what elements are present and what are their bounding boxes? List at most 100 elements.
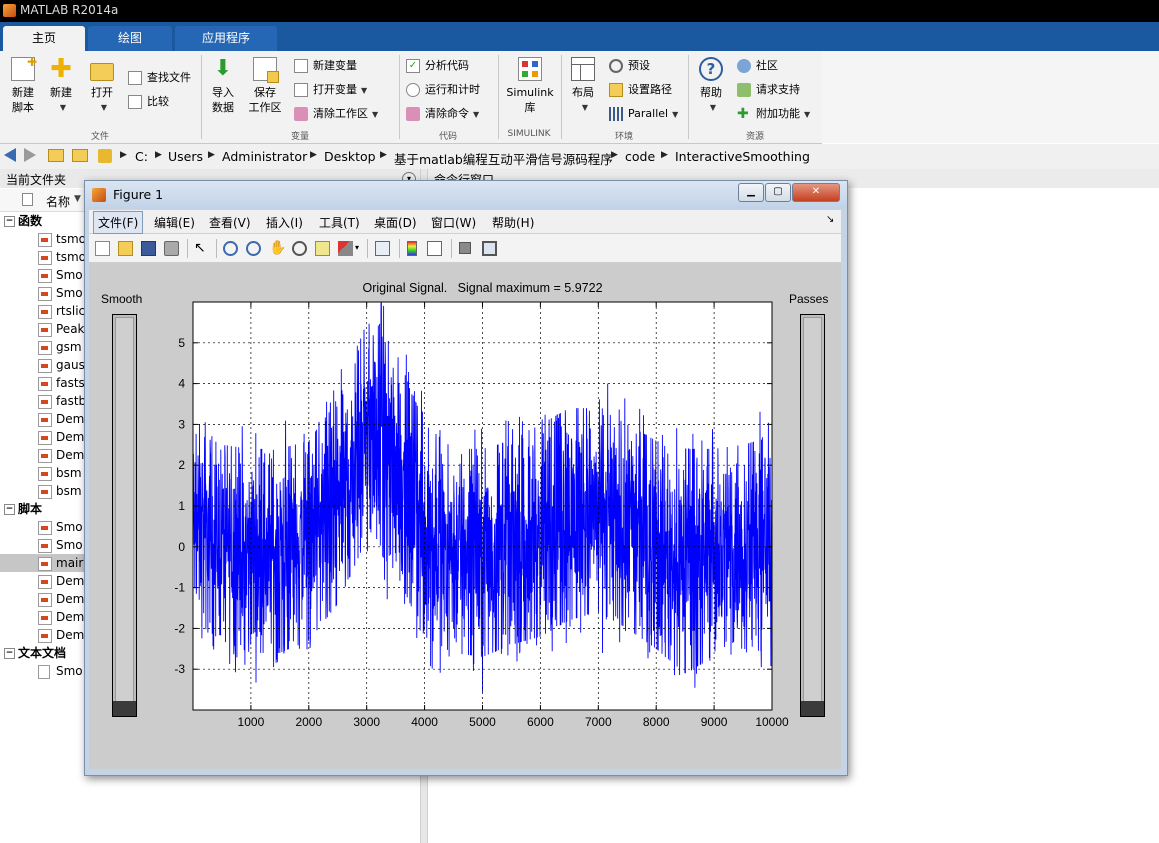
tree-file-item[interactable]: rtslic	[0, 302, 84, 320]
menu-desktop[interactable]: 桌面(D)	[374, 214, 417, 231]
tree-file-item[interactable]: Dem	[0, 608, 84, 626]
up-folder-icon[interactable]	[48, 149, 64, 162]
brush-icon[interactable]	[338, 241, 353, 256]
tab-home[interactable]: 主页	[3, 26, 85, 51]
figure-window[interactable]: Figure 1 ▁ ▢ ✕ 文件(F) 编辑(E) 查看(V) 插入(I) 工…	[84, 180, 848, 776]
tree-file-item[interactable]: Dem	[0, 626, 84, 644]
breadcrumb-c[interactable]: C:	[135, 149, 148, 164]
clear-commands-button[interactable]: 清除命令 ▼	[406, 105, 479, 123]
pan-hand-icon[interactable]: ✋	[269, 241, 286, 256]
tree-file-item[interactable]: mair	[0, 554, 84, 572]
addons-button[interactable]: ✚ 附加功能 ▼	[737, 105, 810, 123]
analyze-code-button[interactable]: ✓ 分析代码	[406, 57, 469, 75]
browse-folder-icon[interactable]	[72, 149, 88, 162]
save-workspace-button[interactable]: 保存 工作区	[246, 57, 284, 115]
save-icon[interactable]	[141, 241, 156, 256]
breadcrumb-administrator[interactable]: Administrator	[222, 149, 307, 164]
tree-file-item[interactable]: Dem	[0, 446, 84, 464]
run-and-time-button[interactable]: 运行和计时	[406, 81, 480, 99]
request-support-button[interactable]: 请求支持	[737, 81, 800, 99]
zoom-out-icon[interactable]	[246, 241, 261, 256]
name-column-header[interactable]: 名称	[46, 193, 70, 210]
tab-plots[interactable]: 绘图	[88, 26, 172, 51]
tree-file-item[interactable]: fasts	[0, 374, 84, 392]
legend-icon[interactable]	[427, 241, 442, 256]
link-plot-icon[interactable]	[375, 241, 390, 256]
tree-file-item[interactable]: Dem	[0, 428, 84, 446]
clear-workspace-button[interactable]: 清除工作区 ▼	[294, 105, 378, 123]
menu-view[interactable]: 查看(V)	[209, 214, 251, 231]
compare-button[interactable]: 比较	[128, 93, 169, 111]
zoom-in-icon[interactable]	[223, 241, 238, 256]
menu-help[interactable]: 帮助(H)	[492, 214, 534, 231]
tree-file-item[interactable]: bsm	[0, 464, 84, 482]
tree-file-item[interactable]: Dem	[0, 410, 84, 428]
tree-file-item[interactable]: Dem	[0, 572, 84, 590]
breadcrumb-code[interactable]: code	[625, 149, 655, 164]
tree-file-item[interactable]: Smo	[0, 266, 84, 284]
tree-file-item[interactable]: fastb	[0, 392, 84, 410]
tree-file-item[interactable]: Smo	[0, 662, 84, 680]
simulink-library-button[interactable]: Simulink 库	[504, 57, 556, 115]
new-button[interactable]: ✚ 新建 ▼	[46, 56, 76, 115]
new-figure-icon[interactable]	[95, 241, 110, 256]
minimize-button[interactable]: ▁	[738, 183, 764, 202]
tree-file-item[interactable]: Peak	[0, 320, 84, 338]
mfile-icon	[38, 538, 52, 553]
tree-file-item[interactable]: bsm	[0, 482, 84, 500]
tab-apps[interactable]: 应用程序	[175, 26, 277, 51]
tree-file-item[interactable]: gaus	[0, 356, 84, 374]
breadcrumb-interactivesmoothing[interactable]: InteractiveSmoothing	[675, 149, 810, 164]
brush-dropdown-icon[interactable]: ▾	[355, 243, 359, 252]
tree-section-header[interactable]: − 函数	[4, 212, 42, 230]
menu-tools[interactable]: 工具(T)	[319, 214, 360, 231]
signal-plot[interactable]: 1000 2000 3000 4000 5000 6000 7000 8000 9000 1000…	[89, 263, 841, 769]
figure-title-bar[interactable]: Figure 1 ▁ ▢ ✕	[85, 181, 847, 208]
set-path-button[interactable]: 设置路径	[609, 81, 672, 99]
breadcrumb-project[interactable]: 基于matlab编程互动平滑信号源码程序	[394, 149, 613, 168]
open-variable-button[interactable]: 打开变量 ▼	[294, 81, 367, 99]
tree-file-item[interactable]: Dem	[0, 590, 84, 608]
print-icon[interactable]	[164, 241, 179, 256]
tree-file-item[interactable]: tsmo	[0, 230, 84, 248]
tree-file-item[interactable]: Smo	[0, 536, 84, 554]
tree-file-item[interactable]: gsm	[0, 338, 84, 356]
menu-insert[interactable]: 插入(I)	[266, 214, 303, 231]
tree-file-item[interactable]: tsmo	[0, 248, 84, 266]
menu-edit[interactable]: 编辑(E)	[154, 214, 195, 231]
maximize-button[interactable]: ▢	[765, 183, 791, 202]
root-folder-icon[interactable]	[98, 149, 112, 163]
tree-file-item[interactable]: Smo	[0, 518, 84, 536]
open-button[interactable]: 打开 ▼	[86, 57, 118, 115]
collapse-icon[interactable]: −	[4, 648, 15, 659]
breadcrumb-users[interactable]: Users	[168, 149, 203, 164]
open-file-icon[interactable]	[118, 241, 133, 256]
select-pointer-icon[interactable]: ↖	[194, 241, 209, 256]
community-button[interactable]: 社区	[737, 57, 778, 75]
forward-icon[interactable]	[24, 148, 36, 162]
rotate-3d-icon[interactable]	[292, 241, 307, 256]
collapse-icon[interactable]: −	[4, 504, 15, 515]
tree-section-header[interactable]: − 脚本	[4, 500, 42, 518]
dock-arrow-icon[interactable]: ↘	[826, 214, 834, 225]
parallel-button[interactable]: Parallel ▼	[609, 105, 678, 123]
layout-button[interactable]: 布局 ▼	[566, 57, 600, 115]
new-script-button[interactable]: ✚ 新建 脚本	[6, 55, 40, 115]
help-button[interactable]: ? 帮助 ▼	[694, 57, 728, 115]
collapse-icon[interactable]: −	[4, 216, 15, 227]
menu-window[interactable]: 窗口(W)	[431, 214, 476, 231]
preferences-button[interactable]: 预设	[609, 57, 650, 75]
close-button[interactable]: ✕	[792, 183, 840, 202]
show-plot-tools-icon[interactable]	[482, 241, 497, 256]
new-variable-button[interactable]: 新建变量	[294, 57, 357, 75]
breadcrumb-desktop[interactable]: Desktop	[324, 149, 376, 164]
import-data-button[interactable]: ⬇ 导入 数据	[207, 57, 239, 115]
back-icon[interactable]	[4, 148, 16, 162]
tree-section-header[interactable]: − 文本文档	[4, 644, 66, 662]
tree-file-item[interactable]: Smo	[0, 284, 84, 302]
find-files-button[interactable]: 查找文件	[128, 69, 191, 87]
data-cursor-icon[interactable]	[315, 241, 330, 256]
menu-file[interactable]: 文件(F)	[93, 211, 144, 234]
colorbar-icon[interactable]	[407, 241, 417, 256]
hide-plot-tools-icon[interactable]	[459, 242, 471, 254]
